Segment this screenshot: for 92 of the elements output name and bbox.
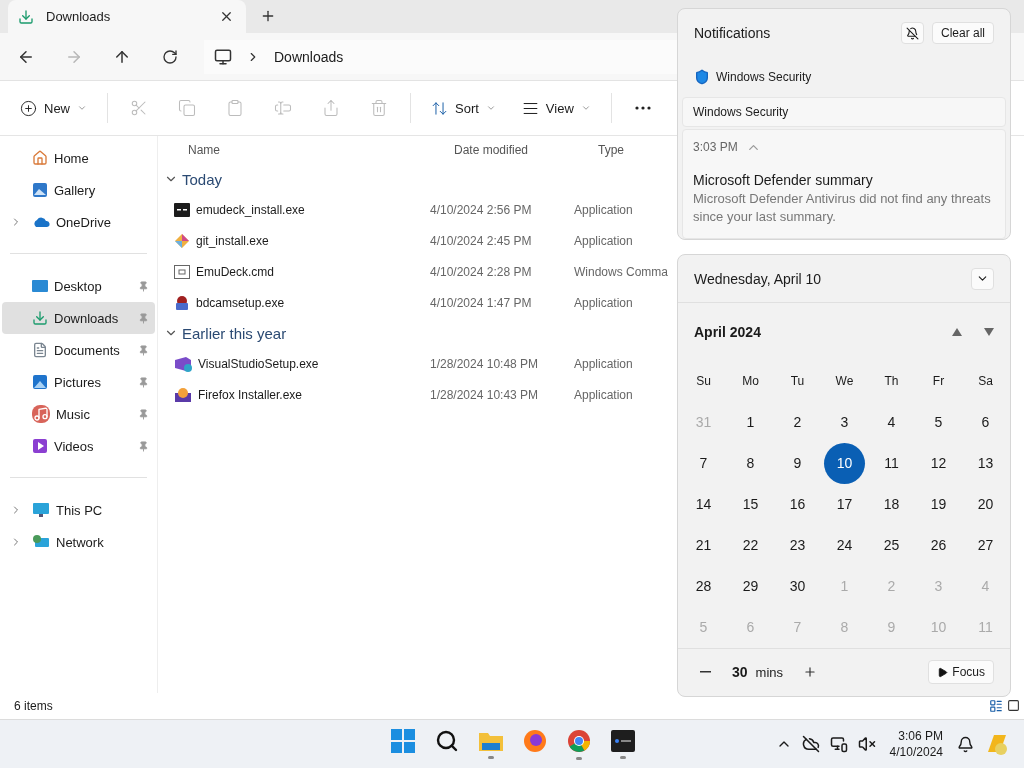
folder-tab[interactable]: Downloads bbox=[8, 0, 246, 33]
file-name[interactable]: emudeck_install.exe bbox=[196, 202, 305, 217]
notification-body: Microsoft Defender Antivirus did not find any threats since your last summary. bbox=[693, 190, 992, 226]
calendar-day[interactable]: 18 bbox=[871, 483, 912, 525]
sidebar-item[interactable]: OneDrive bbox=[2, 206, 155, 238]
calendar-day[interactable]: 21 bbox=[683, 524, 724, 566]
weekday-label: We bbox=[834, 373, 855, 391]
sidebar-item[interactable]: Desktop bbox=[2, 270, 155, 302]
calendar-day[interactable]: 14 bbox=[683, 483, 724, 525]
calendar-day[interactable]: 20 bbox=[965, 483, 1006, 525]
type-cell: Application bbox=[574, 356, 633, 371]
notification-time: 3:03 PM bbox=[693, 140, 738, 154]
calendar-day[interactable]: 24 bbox=[824, 524, 865, 566]
clock-button[interactable]: 3:06 PM 4/10/2024 bbox=[885, 728, 947, 760]
calendar-day[interactable]: 22 bbox=[730, 524, 771, 566]
weekday-label: Th bbox=[883, 373, 900, 391]
sidebar-item[interactable]: Network bbox=[2, 526, 155, 558]
calendar-day[interactable]: 25 bbox=[871, 524, 912, 566]
clear-all-button[interactable]: Clear all bbox=[932, 22, 994, 44]
type-cell: Application bbox=[574, 295, 633, 310]
new-button[interactable]: New bbox=[14, 91, 93, 125]
weekday-label: Mo bbox=[741, 373, 760, 391]
focus-button[interactable]: Focus bbox=[928, 660, 994, 685]
view-button[interactable]: View bbox=[515, 91, 597, 125]
month-title[interactable]: April 2024 bbox=[694, 324, 930, 340]
calendar-day[interactable]: 23 bbox=[777, 524, 818, 566]
weekday-label: Fr bbox=[931, 373, 946, 391]
calendar-day[interactable]: 17 bbox=[824, 483, 865, 525]
type-cell: Application bbox=[574, 387, 633, 402]
calendar-day[interactable]: 9 bbox=[777, 442, 818, 484]
file-name[interactable]: VisualStudioSetup.exe bbox=[198, 356, 319, 371]
calendar-day[interactable]: 13 bbox=[965, 442, 1006, 484]
calendar-day[interactable]: 6 bbox=[965, 401, 1006, 443]
date-header: Wednesday, April 10 bbox=[694, 270, 822, 287]
calendar-day[interactable]: 4 bbox=[871, 401, 912, 443]
file-name[interactable]: EmuDeck.cmd bbox=[196, 264, 275, 279]
notification-card[interactable]: 3:03 PM Microsoft Defender summary Microsoft Defender Antivirus did not find any threats since your last summary. bbox=[682, 129, 1006, 239]
sidebar-item[interactable]: Documents bbox=[2, 334, 155, 366]
item-count: 6 items bbox=[14, 699, 53, 713]
weekday-label: Tu bbox=[789, 373, 806, 391]
sidebar-item[interactable]: Videos bbox=[2, 430, 155, 462]
group-header[interactable]: Today bbox=[182, 170, 223, 188]
notification-header: Windows Security bbox=[682, 97, 1006, 127]
calendar-day[interactable]: 10 bbox=[824, 442, 865, 484]
date-cell-text: 4/10/2024 1:47 PM bbox=[430, 295, 533, 310]
date-cell-text: 4/10/2024 2:56 PM bbox=[430, 202, 533, 217]
calendar-day[interactable]: 2 bbox=[777, 401, 818, 443]
panel-title: Notifications bbox=[694, 25, 772, 41]
group-header[interactable]: Earlier this year bbox=[182, 324, 287, 342]
weekday-label: Sa bbox=[977, 373, 994, 391]
breadcrumb[interactable]: Downloads bbox=[274, 48, 344, 65]
calendar-day[interactable]: 28 bbox=[683, 565, 724, 607]
calendar-day[interactable]: 5 bbox=[918, 401, 959, 443]
type-cell: Application bbox=[574, 202, 633, 217]
file-name[interactable]: bdcamsetup.exe bbox=[196, 295, 285, 310]
sidebar-item[interactable]: Home bbox=[2, 142, 155, 174]
date-cell-text: 4/10/2024 2:45 PM bbox=[430, 233, 533, 248]
notification-title: Microsoft Defender summary bbox=[693, 172, 874, 188]
date-cell-text: 4/10/2024 2:28 PM bbox=[430, 264, 533, 279]
calendar-day[interactable]: 26 bbox=[918, 524, 959, 566]
calendar-day[interactable]: 1 bbox=[730, 401, 771, 443]
calendar-day[interactable]: 8 bbox=[730, 442, 771, 484]
calendar-day[interactable]: 11 bbox=[871, 442, 912, 484]
sidebar-item[interactable]: Pictures bbox=[2, 366, 155, 398]
column-header[interactable]: Type bbox=[598, 143, 624, 157]
sort-button[interactable]: Sort bbox=[425, 91, 502, 125]
calendar-day[interactable]: 27 bbox=[965, 524, 1006, 566]
focus-minutes: 30 bbox=[732, 664, 748, 681]
sidebar-item[interactable]: Gallery bbox=[2, 174, 155, 206]
type-cell: Windows Comma bbox=[574, 264, 669, 279]
file-name[interactable]: git_install.exe bbox=[196, 233, 269, 248]
column-header[interactable]: Date modified bbox=[454, 143, 598, 157]
date-cell-text: 1/28/2024 10:48 PM bbox=[430, 356, 540, 371]
calendar-day[interactable]: 29 bbox=[730, 565, 771, 607]
sidebar-item[interactable]: Downloads bbox=[2, 302, 155, 334]
calendar-day[interactable]: 16 bbox=[777, 483, 818, 525]
date-cell-text: 1/28/2024 10:43 PM bbox=[430, 387, 540, 402]
sidebar-item[interactable]: This PC bbox=[2, 494, 155, 526]
minutes-unit: mins bbox=[755, 664, 784, 680]
calendar-day[interactable]: 19 bbox=[918, 483, 959, 525]
app-name: Windows Security bbox=[716, 70, 812, 84]
sidebar-item[interactable]: Music bbox=[2, 398, 155, 430]
tab-title: Downloads bbox=[46, 9, 112, 24]
type-cell: Application bbox=[574, 233, 633, 248]
column-header[interactable]: Name bbox=[188, 143, 454, 157]
calendar-day[interactable]: 12 bbox=[918, 442, 959, 484]
calendar-day[interactable]: 30 bbox=[777, 565, 818, 607]
calendar-day[interactable]: 15 bbox=[730, 483, 771, 525]
file-name[interactable]: Firefox Installer.exe bbox=[198, 387, 303, 402]
weekday-label: Su bbox=[695, 373, 712, 391]
calendar-day[interactable]: 3 bbox=[824, 401, 865, 443]
calendar-day[interactable]: 7 bbox=[683, 442, 724, 484]
